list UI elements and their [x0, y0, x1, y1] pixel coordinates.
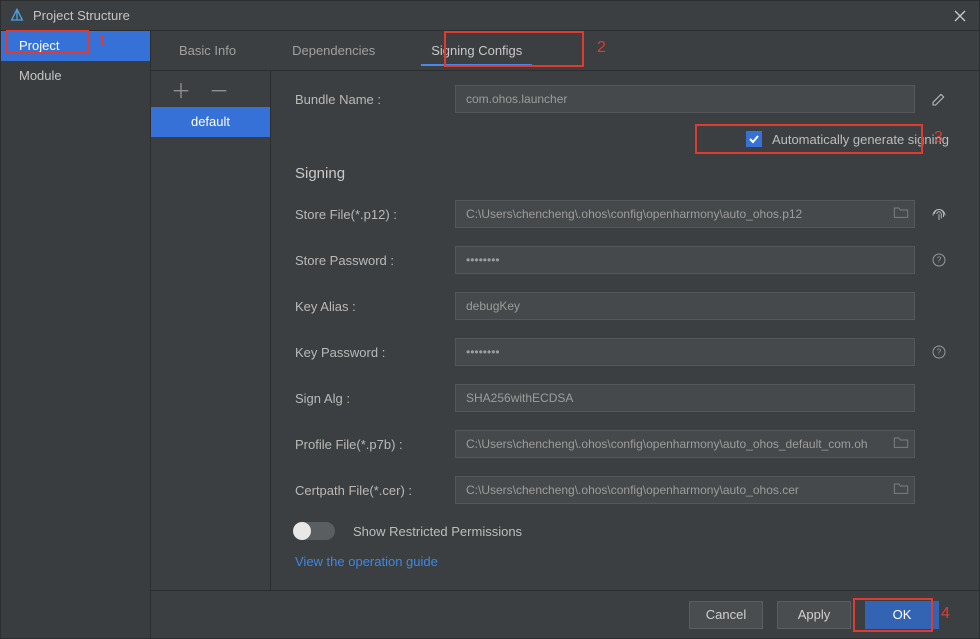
edit-bundle-name-button[interactable]	[929, 91, 949, 107]
row-profile-file: Profile File(*.p7b) : .	[295, 430, 949, 458]
browse-profile-file-button[interactable]	[893, 435, 909, 452]
label-store-file: Store File(*.p12) :	[295, 207, 455, 222]
fingerprint-button[interactable]	[929, 205, 949, 223]
label-store-password: Store Password :	[295, 253, 455, 268]
close-button[interactable]	[949, 5, 971, 27]
label-key-password: Key Password :	[295, 345, 455, 360]
row-store-password: Store Password : ?	[295, 246, 949, 274]
input-key-alias[interactable]	[455, 292, 915, 320]
folder-icon	[893, 205, 909, 219]
svg-text:?: ?	[937, 348, 942, 357]
configs-toolbar: ＋ －	[151, 71, 270, 107]
toggle-restricted-permissions[interactable]	[295, 522, 335, 540]
help-icon: ?	[931, 252, 947, 268]
folder-icon	[893, 481, 909, 495]
label-sign-alg: Sign Alg :	[295, 391, 455, 406]
form-panel: Bundle Name : Automatically generate sig…	[271, 71, 979, 590]
label-certpath-file: Certpath File(*.cer) :	[295, 483, 455, 498]
row-key-password: Key Password : ?	[295, 338, 949, 366]
folder-icon	[893, 435, 909, 449]
fingerprint-icon	[930, 205, 948, 223]
label-profile-file: Profile File(*.p7b) :	[295, 437, 455, 452]
input-sign-alg[interactable]	[455, 384, 915, 412]
check-icon	[748, 133, 760, 145]
input-bundle-name[interactable]	[455, 85, 915, 113]
input-store-password[interactable]	[455, 246, 915, 274]
tab-basic-info[interactable]: Basic Info	[151, 31, 264, 70]
row-key-alias: Key Alias : .	[295, 292, 949, 320]
content: ＋ － default Bundle Name :	[151, 71, 979, 590]
label-restricted-permissions: Show Restricted Permissions	[353, 524, 522, 539]
project-structure-dialog: Project Structure Project Module Basic I…	[0, 0, 980, 639]
pencil-icon	[931, 91, 947, 107]
sidebar-item-project[interactable]: Project	[1, 31, 150, 61]
checkbox-auto-sign[interactable]	[746, 131, 762, 147]
browse-certpath-file-button[interactable]	[893, 481, 909, 498]
main-panel: Basic Info Dependencies Signing Configs …	[151, 31, 979, 638]
ok-button[interactable]: OK	[865, 601, 939, 629]
dialog-body: Project Module Basic Info Dependencies S…	[1, 31, 979, 638]
svg-text:?: ?	[937, 256, 942, 265]
apply-button[interactable]: Apply	[777, 601, 851, 629]
cancel-button[interactable]: Cancel	[689, 601, 763, 629]
add-config-button[interactable]: ＋	[171, 75, 191, 104]
help-key-password[interactable]: ?	[929, 344, 949, 360]
tab-signing-configs[interactable]: Signing Configs	[403, 31, 550, 70]
input-key-password[interactable]	[455, 338, 915, 366]
label-auto-sign: Automatically generate signing	[772, 132, 949, 147]
footer: Cancel Apply OK	[151, 590, 979, 638]
configs-list-panel: ＋ － default	[151, 71, 271, 590]
row-restricted-permissions: Show Restricted Permissions	[295, 522, 949, 540]
section-signing-heading: Signing	[295, 165, 949, 182]
row-auto-sign: Automatically generate signing	[295, 131, 949, 147]
toggle-knob	[293, 522, 311, 540]
titlebar: Project Structure	[1, 1, 979, 31]
close-icon	[954, 10, 966, 22]
sidebar-item-module[interactable]: Module	[1, 61, 150, 91]
remove-config-button[interactable]: －	[209, 75, 229, 104]
help-store-password[interactable]: ?	[929, 252, 949, 268]
input-certpath-file[interactable]	[455, 476, 915, 504]
window-title: Project Structure	[33, 8, 130, 23]
label-bundle-name: Bundle Name :	[295, 92, 455, 107]
row-bundle-name: Bundle Name :	[295, 85, 949, 113]
app-logo-icon	[9, 8, 25, 24]
browse-store-file-button[interactable]	[893, 205, 909, 222]
config-item-default[interactable]: default	[151, 107, 270, 137]
row-store-file: Store File(*.p12) :	[295, 200, 949, 228]
label-key-alias: Key Alias :	[295, 299, 455, 314]
sidebar: Project Module	[1, 31, 151, 638]
row-sign-alg: Sign Alg : .	[295, 384, 949, 412]
tabs: Basic Info Dependencies Signing Configs	[151, 31, 979, 71]
help-icon: ?	[931, 344, 947, 360]
link-operation-guide[interactable]: View the operation guide	[295, 554, 949, 569]
input-profile-file[interactable]	[455, 430, 915, 458]
input-store-file[interactable]	[455, 200, 915, 228]
tab-dependencies[interactable]: Dependencies	[264, 31, 403, 70]
row-certpath-file: Certpath File(*.cer) : .	[295, 476, 949, 504]
